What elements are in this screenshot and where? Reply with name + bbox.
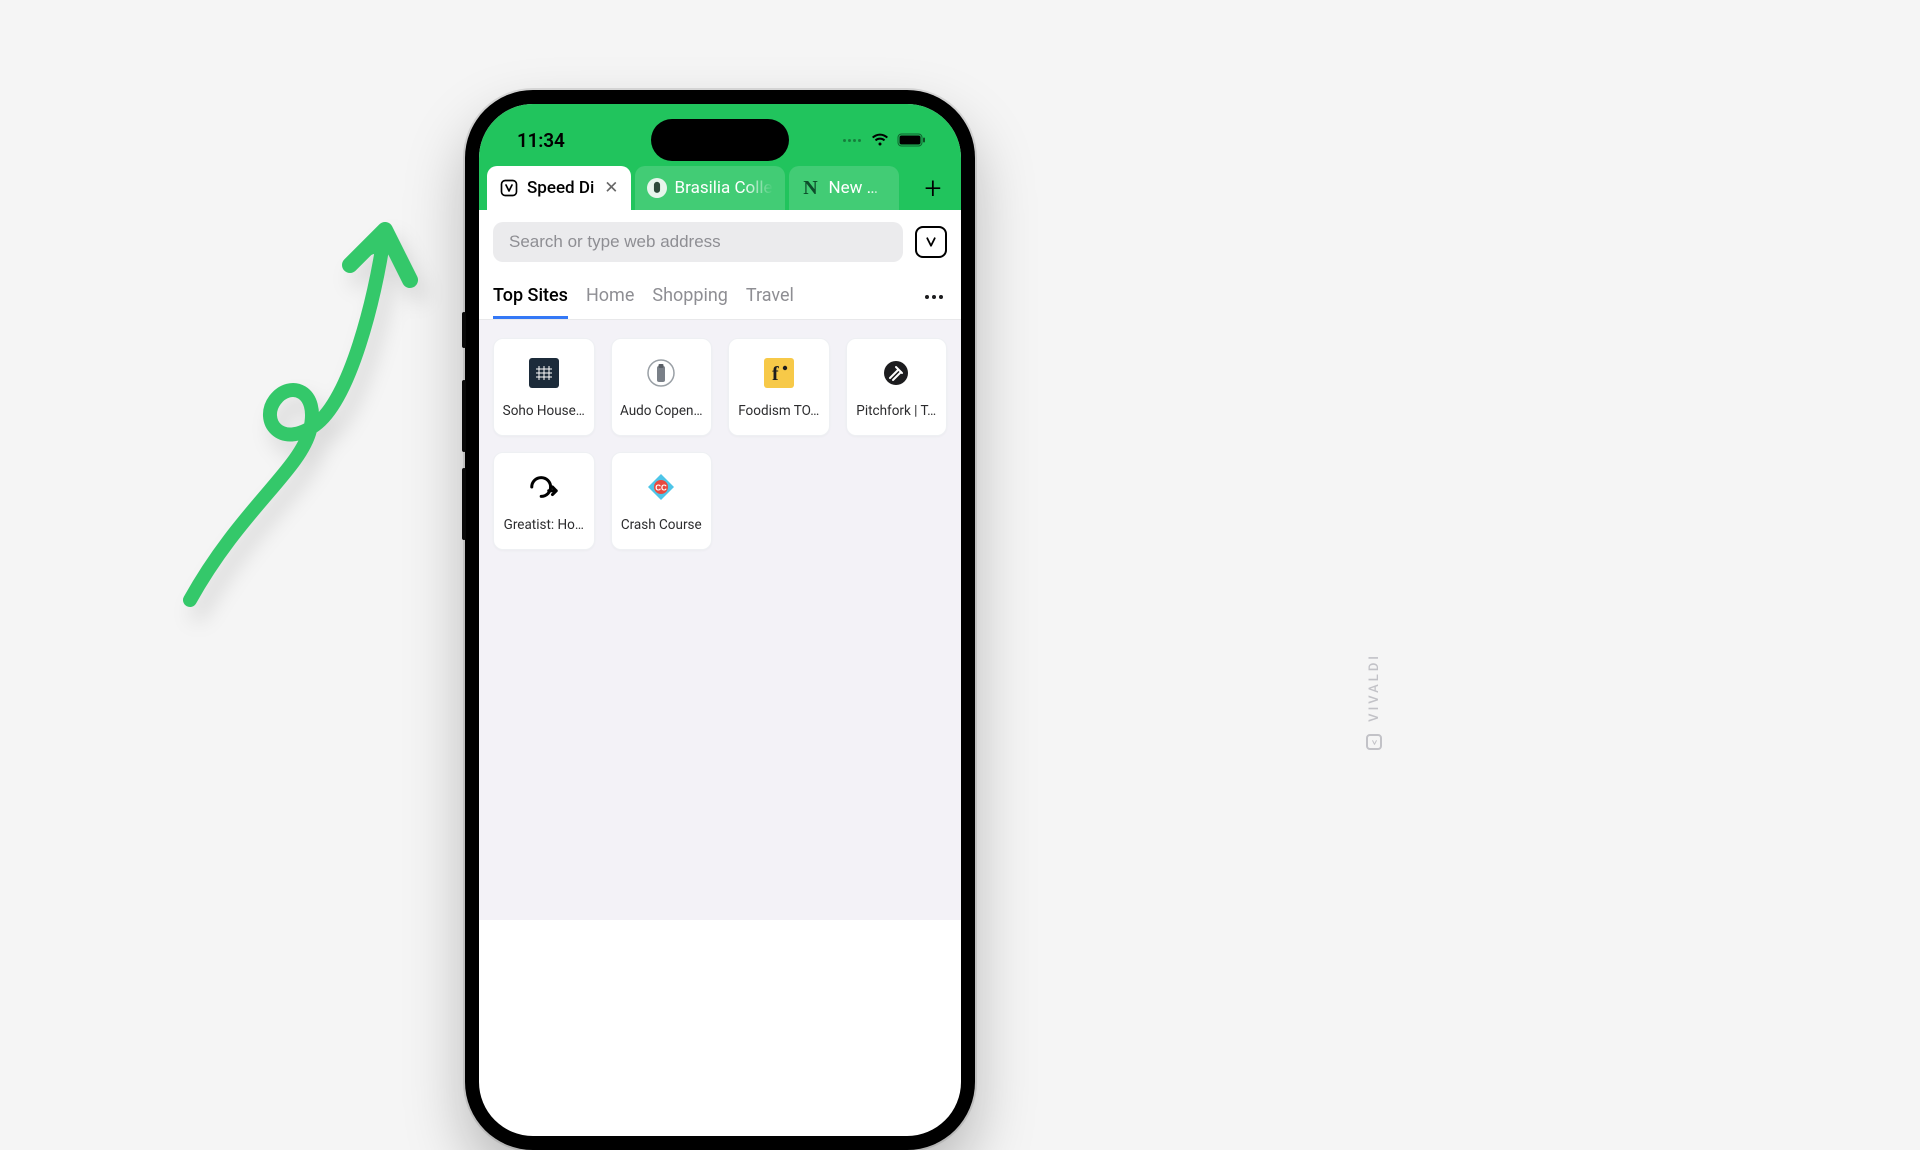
site-icon [880, 357, 912, 389]
phone-screen: 11:34 Speed Di ✕ [479, 104, 961, 1136]
speed-dial-area: Soho House… Audo Copen… f Foodism TO… [479, 320, 961, 920]
new-tab-button[interactable]: + [911, 166, 955, 210]
more-icon[interactable] [925, 295, 947, 299]
site-icon [528, 357, 560, 389]
category-top-sites[interactable]: Top Sites [493, 274, 568, 319]
speed-dial-soho[interactable]: Soho House… [493, 338, 595, 436]
svg-text:f: f [772, 363, 779, 385]
site-icon: f [763, 357, 795, 389]
vivaldi-icon [499, 178, 519, 198]
tab-speed-dial[interactable]: Speed Di ✕ [487, 166, 631, 210]
site-icon [528, 471, 560, 503]
phone-side-button [462, 312, 466, 348]
status-time: 11:34 [517, 129, 565, 152]
site-favicon [647, 178, 667, 198]
dial-label: Soho House… [500, 403, 588, 419]
dial-label: Greatist: Ho… [500, 517, 588, 533]
tab-label: Speed Di [527, 178, 594, 198]
dial-label: Audo Copen… [618, 403, 706, 419]
wifi-icon [870, 133, 890, 147]
tab-label: Brasilia Colle [675, 178, 773, 198]
address-bar-row [479, 210, 961, 274]
status-right [843, 133, 927, 147]
svg-text:CC: CC [655, 484, 667, 493]
phone-volume-down [462, 468, 466, 540]
speed-dial-pitchfork[interactable]: Pitchfork | T… [846, 338, 948, 436]
tab-strip: Speed Di ✕ Brasilia Colle N New Mag + [479, 166, 961, 210]
speed-dial-greatist[interactable]: Greatist: Ho… [493, 452, 595, 550]
category-home[interactable]: Home [586, 274, 634, 319]
site-icon: CC [645, 471, 677, 503]
annotation-arrow [150, 170, 450, 610]
dynamic-island [651, 119, 789, 161]
category-travel[interactable]: Travel [746, 274, 794, 319]
vivaldi-logo-icon [1366, 734, 1382, 750]
tab-label: New Mag [829, 178, 887, 198]
site-favicon: N [801, 178, 821, 198]
dial-label: Foodism TO… [735, 403, 823, 419]
tab-newmag[interactable]: N New Mag [789, 166, 899, 210]
category-shopping[interactable]: Shopping [652, 274, 728, 319]
watermark-text: VIVALDI [1367, 653, 1382, 722]
browser-content: Top Sites Home Shopping Travel Soho Hous… [479, 210, 961, 920]
tab-brasilia[interactable]: Brasilia Colle [635, 166, 785, 210]
phone-frame: 11:34 Speed Di ✕ [465, 90, 975, 1150]
cellular-icon [843, 139, 861, 142]
speed-dial-audo[interactable]: Audo Copen… [611, 338, 713, 436]
speed-dial-grid: Soho House… Audo Copen… f Foodism TO… [493, 338, 947, 550]
battery-icon [897, 133, 927, 147]
vivaldi-watermark: VIVALDI [1366, 653, 1382, 750]
dial-label: Pitchfork | T… [853, 403, 941, 419]
speed-dial-foodism[interactable]: f Foodism TO… [728, 338, 830, 436]
dial-label: Crash Course [618, 517, 706, 533]
close-icon[interactable]: ✕ [604, 178, 618, 198]
vivaldi-menu-button[interactable] [915, 226, 947, 258]
search-input[interactable] [493, 222, 903, 262]
category-tabs: Top Sites Home Shopping Travel [479, 274, 961, 320]
speed-dial-crashcourse[interactable]: CC Crash Course [611, 452, 713, 550]
phone-volume-up [462, 380, 466, 452]
site-icon [645, 357, 677, 389]
